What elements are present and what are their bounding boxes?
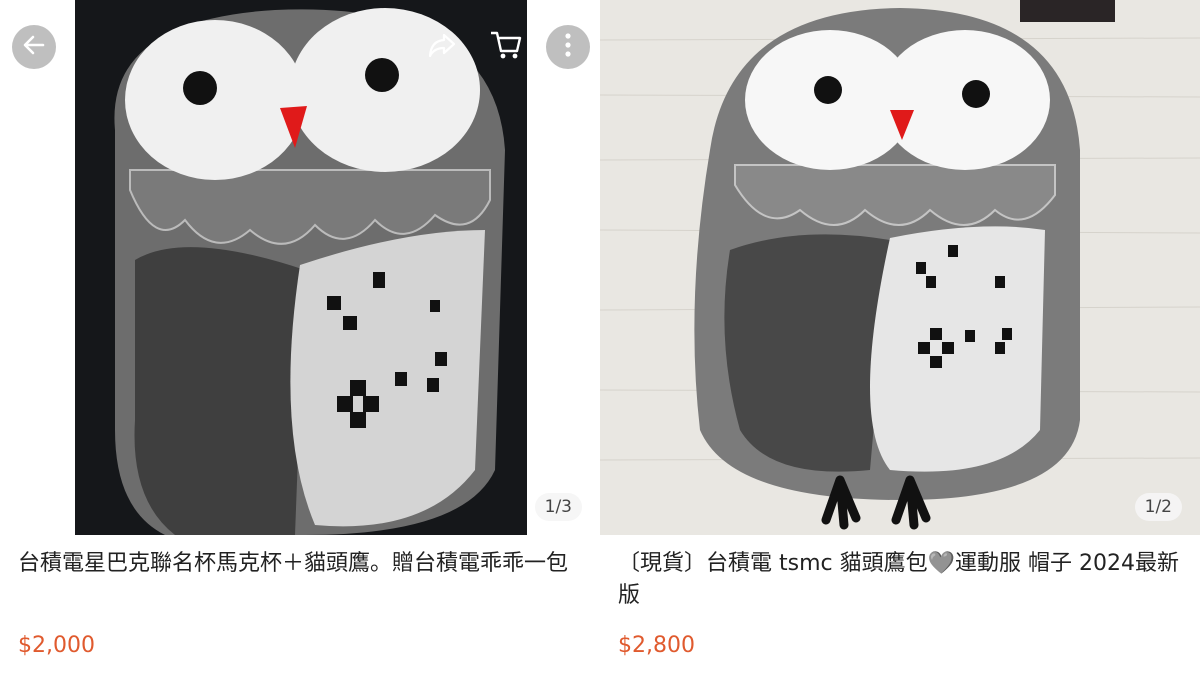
- listing-price: $2,800: [618, 633, 695, 658]
- image-counter: 1/2: [1134, 493, 1182, 521]
- product-photo-2[interactable]: 1/2: [600, 0, 1200, 535]
- listing-card-1[interactable]: 1/3 台積電星巴克聯名杯馬克杯＋貓頭鷹。贈台積電乖乖一包 $2,000: [0, 0, 600, 675]
- image-counter: 1/3: [534, 493, 582, 521]
- listing-price: $2,000: [18, 633, 95, 658]
- back-arrow-icon: [21, 32, 47, 62]
- owl-bag-photo: [600, 0, 1200, 530]
- share-button[interactable]: [422, 27, 462, 67]
- share-icon: [426, 29, 458, 65]
- product-photo-1[interactable]: 1/3: [0, 0, 600, 535]
- cart-icon: [489, 29, 523, 65]
- listing-title[interactable]: 〔現貨〕台積電 tsmc 貓頭鷹包🩶運動服 帽子 2024最新版: [618, 548, 1188, 612]
- listing-title[interactable]: 台積電星巴克聯名杯馬克杯＋貓頭鷹。贈台積電乖乖一包: [18, 548, 588, 580]
- back-button[interactable]: [12, 25, 56, 69]
- more-vertical-icon: [563, 32, 573, 62]
- owl-bag-photo: [75, 0, 527, 535]
- more-button[interactable]: [546, 25, 590, 69]
- listing-card-2[interactable]: 1/2 〔現貨〕台積電 tsmc 貓頭鷹包🩶運動服 帽子 2024最新版 $2,…: [600, 0, 1200, 675]
- cart-button[interactable]: [486, 27, 526, 67]
